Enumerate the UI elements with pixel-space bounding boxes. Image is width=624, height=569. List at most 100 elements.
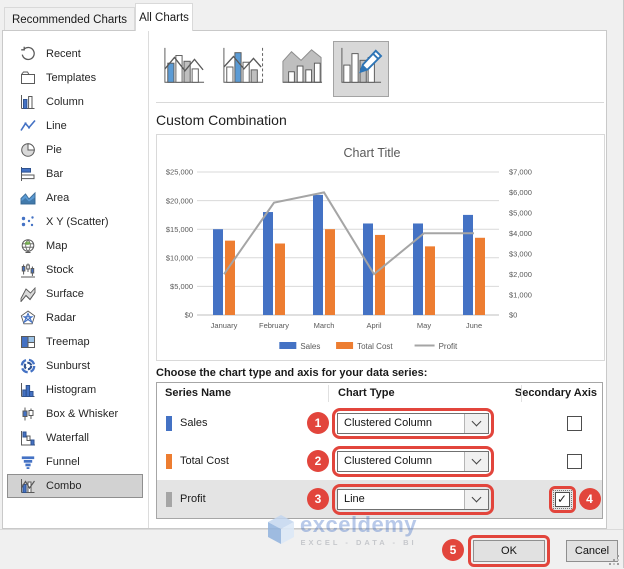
series-name-label: Profit bbox=[180, 493, 206, 505]
series-row-profit[interactable]: Profit 3 Line ✓ 4 bbox=[157, 480, 602, 518]
series-row-total-cost[interactable]: Total Cost 2 Clustered Column bbox=[157, 442, 602, 480]
dropdown-button[interactable] bbox=[464, 489, 488, 509]
all-charts-page: Recent Templates Column Line Pie Bar Area X Y (… bbox=[2, 30, 607, 529]
svg-text:April: April bbox=[366, 321, 381, 330]
dropdown-button[interactable] bbox=[464, 413, 488, 433]
clustered-column-line-secondary-axis-icon bbox=[219, 46, 267, 93]
secondary-axis-labels: $0 $1,000 $2,000 $3,000 $4,000 $5,000 $6,000 $7… bbox=[509, 168, 532, 320]
sidebar-item-sunburst[interactable]: Sunburst bbox=[7, 354, 143, 378]
svg-text:$0: $0 bbox=[509, 311, 517, 320]
series-name-label: Sales bbox=[180, 417, 208, 429]
chart-type-dropdown-total-cost[interactable]: Clustered Column bbox=[337, 450, 489, 472]
svg-text:$2,000: $2,000 bbox=[509, 270, 532, 279]
svg-text:$5,000: $5,000 bbox=[509, 209, 532, 218]
sidebar-item-label: Map bbox=[46, 240, 68, 252]
sidebar-item-templates[interactable]: Templates bbox=[7, 66, 143, 90]
tab-recommended-charts[interactable]: Recommended Charts bbox=[4, 7, 135, 31]
clustered-column-line-secondary-axis-thumbnail[interactable] bbox=[215, 41, 271, 97]
dropdown-button[interactable] bbox=[464, 451, 488, 471]
svg-text:$15,000: $15,000 bbox=[166, 225, 193, 234]
svg-text:$10,000: $10,000 bbox=[166, 254, 193, 263]
annotation-outline: Line bbox=[332, 483, 494, 515]
chevron-down-icon bbox=[471, 492, 482, 503]
scatter-icon bbox=[20, 214, 36, 230]
treemap-icon bbox=[20, 334, 36, 350]
templates-icon bbox=[20, 70, 36, 86]
series-table-header: Series Name Chart Type Secondary Axis bbox=[157, 383, 602, 404]
sidebar-item-label: X Y (Scatter) bbox=[46, 216, 109, 228]
clustered-column-line-icon bbox=[160, 46, 208, 93]
svg-text:$0: $0 bbox=[185, 311, 193, 320]
sidebar-item-label: Box & Whisker bbox=[46, 408, 119, 420]
sidebar-item-label: Treemap bbox=[46, 336, 90, 348]
sidebar-item-waterfall[interactable]: Waterfall bbox=[7, 426, 143, 450]
stacked-area-clustered-column-thumbnail[interactable] bbox=[274, 41, 330, 97]
resize-grip-icon[interactable] bbox=[617, 563, 619, 565]
area-icon bbox=[20, 190, 36, 206]
custom-combination-thumbnail[interactable] bbox=[333, 41, 389, 97]
divider bbox=[156, 102, 604, 103]
svg-text:March: March bbox=[314, 321, 335, 330]
sidebar-item-box-whisker[interactable]: Box & Whisker bbox=[7, 402, 143, 426]
sidebar-item-x-y-scatter[interactable]: X Y (Scatter) bbox=[7, 210, 143, 234]
chart-type-sidebar: Recent Templates Column Line Pie Bar Area X Y (… bbox=[3, 31, 149, 528]
sidebar-item-label: Bar bbox=[46, 168, 64, 180]
combo-icon bbox=[20, 478, 36, 494]
svg-text:Profit: Profit bbox=[439, 342, 458, 351]
series-color-swatch-profit bbox=[166, 491, 172, 507]
series-row-sales[interactable]: Sales 1 Clustered Column bbox=[157, 404, 602, 442]
insert-chart-dialog: Recommended Charts All Charts Recent Temp… bbox=[0, 0, 624, 569]
sidebar-item-pie[interactable]: Pie bbox=[7, 138, 143, 162]
sidebar-item-surface[interactable]: Surface bbox=[7, 282, 143, 306]
series-color-swatch-sales bbox=[166, 415, 172, 431]
sidebar-item-line[interactable]: Line bbox=[7, 114, 143, 138]
chart-gridlines bbox=[197, 171, 499, 316]
secondary-axis-checkbox-total-cost[interactable] bbox=[567, 453, 582, 469]
sidebar-item-bar[interactable]: Bar bbox=[7, 162, 143, 186]
sidebar-item-recent[interactable]: Recent bbox=[7, 42, 143, 66]
svg-text:January: January bbox=[211, 321, 238, 330]
sidebar-item-funnel[interactable]: Funnel bbox=[7, 450, 143, 474]
sidebar-item-label: Column bbox=[46, 96, 84, 108]
svg-text:$5,000: $5,000 bbox=[170, 282, 193, 291]
svg-text:February: February bbox=[259, 321, 289, 330]
chart-type-dropdown-sales[interactable]: Clustered Column bbox=[337, 412, 489, 434]
sidebar-item-map[interactable]: Map bbox=[7, 234, 143, 258]
svg-text:$1,000: $1,000 bbox=[509, 290, 532, 299]
annotation-outline: ✓ bbox=[548, 485, 576, 513]
cancel-button[interactable]: Cancel bbox=[566, 540, 618, 562]
secondary-axis-checkbox-profit[interactable]: ✓ bbox=[552, 489, 572, 509]
sidebar-item-stock[interactable]: Stock bbox=[7, 258, 143, 282]
sidebar-item-label: Radar bbox=[46, 312, 76, 324]
stacked-area-clustered-column-icon bbox=[278, 46, 326, 93]
series-table: Series Name Chart Type Secondary Axis Sa… bbox=[156, 382, 603, 519]
dialog-tab-bar: Recommended Charts All Charts bbox=[0, 0, 623, 31]
map-icon bbox=[20, 238, 36, 254]
sidebar-item-combo[interactable]: Combo bbox=[7, 474, 143, 498]
sidebar-item-label: Templates bbox=[46, 72, 97, 84]
svg-text:$3,000: $3,000 bbox=[509, 249, 532, 258]
sidebar-item-treemap[interactable]: Treemap bbox=[7, 330, 143, 354]
sidebar-item-area[interactable]: Area bbox=[7, 186, 143, 210]
sidebar-item-label: Funnel bbox=[46, 456, 80, 468]
svg-text:June: June bbox=[466, 321, 482, 330]
sidebar-item-label: Area bbox=[46, 192, 70, 204]
sidebar-item-label: Histogram bbox=[46, 384, 97, 396]
secondary-axis-checkbox-sales[interactable] bbox=[567, 415, 582, 431]
step-badge-5: 5 bbox=[442, 539, 464, 561]
sidebar-item-label: Recent bbox=[46, 48, 81, 60]
category-axis-labels: January February March April May June bbox=[211, 321, 482, 330]
tab-all-charts[interactable]: All Charts bbox=[135, 3, 193, 31]
sidebar-item-label: Stock bbox=[46, 264, 74, 276]
profit-line bbox=[223, 191, 474, 276]
funnel-icon bbox=[20, 454, 36, 470]
chart-type-dropdown-profit[interactable]: Line bbox=[337, 488, 489, 510]
svg-text:$20,000: $20,000 bbox=[166, 196, 193, 205]
sidebar-item-column[interactable]: Column bbox=[7, 90, 143, 114]
svg-text:Sales: Sales bbox=[300, 342, 320, 351]
ok-button[interactable]: OK bbox=[473, 540, 545, 562]
sidebar-item-histogram[interactable]: Histogram bbox=[7, 378, 143, 402]
clustered-column-line-thumbnail[interactable] bbox=[156, 41, 212, 97]
sidebar-item-radar[interactable]: Radar bbox=[7, 306, 143, 330]
bar-icon bbox=[20, 166, 36, 182]
